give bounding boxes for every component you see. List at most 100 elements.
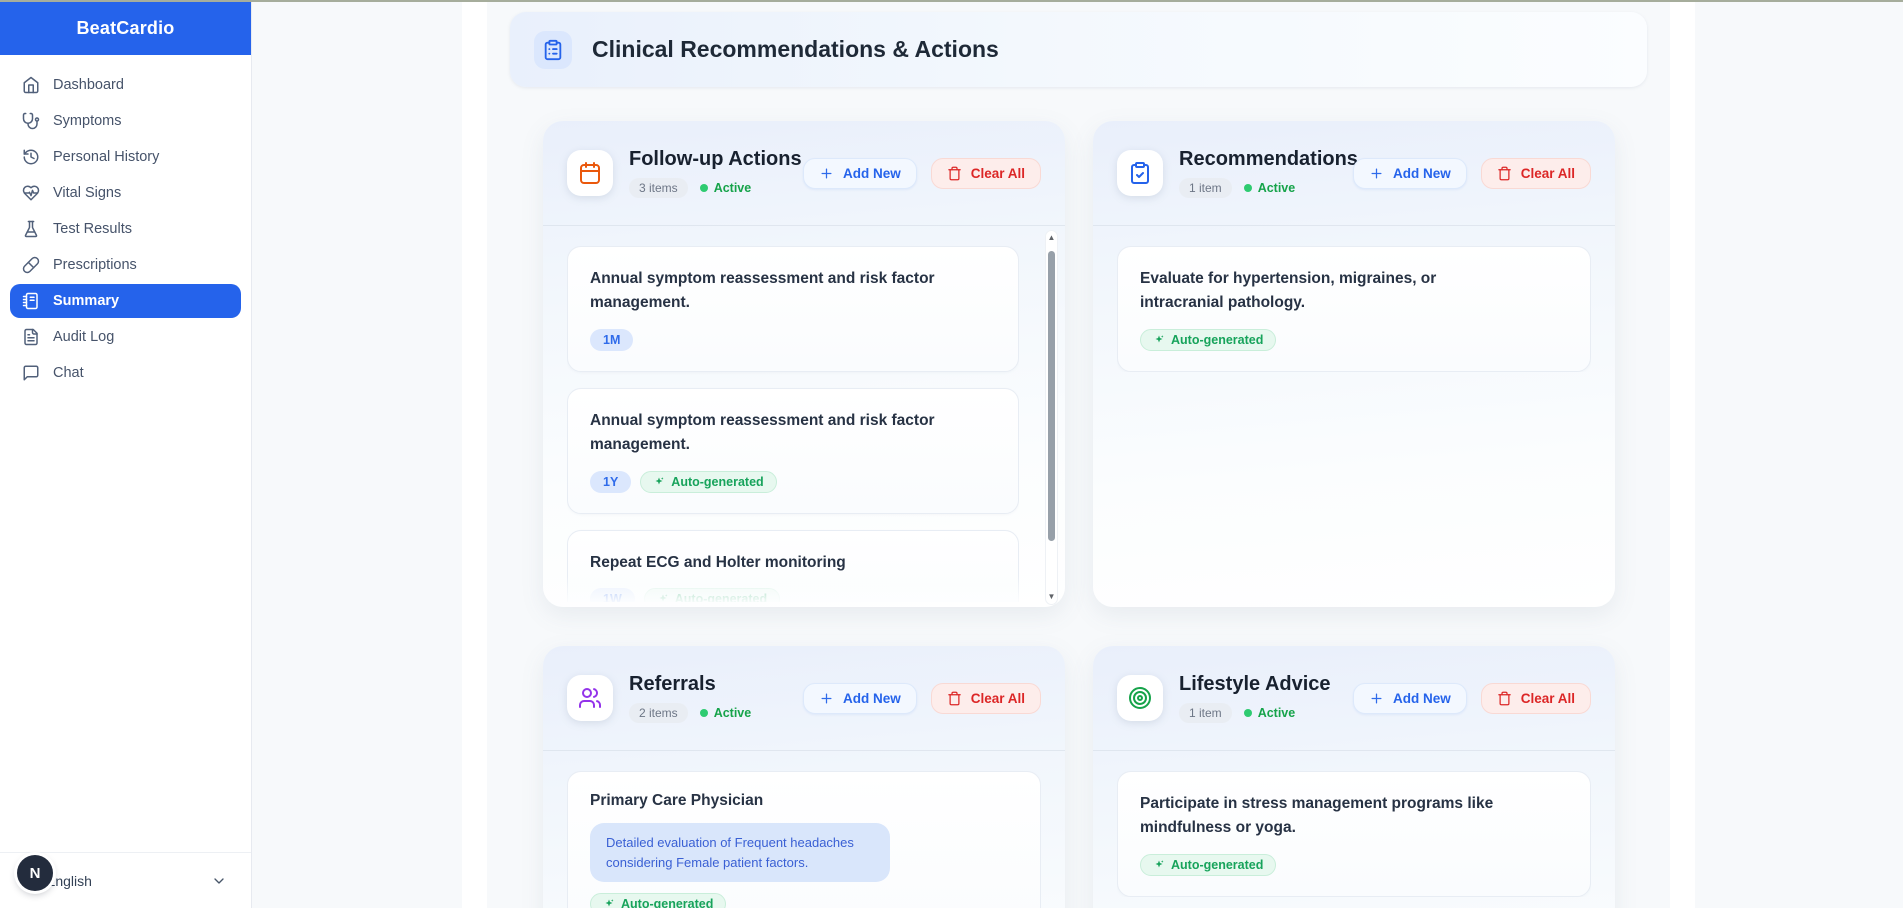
item-badges: 1Y Auto-generated bbox=[590, 471, 996, 493]
list-item[interactable]: Participate in stress management program… bbox=[1117, 771, 1591, 897]
card-meta: 1 item Active bbox=[1179, 178, 1337, 198]
plus-icon bbox=[819, 166, 834, 181]
sidebar-item-label: Summary bbox=[53, 293, 119, 309]
sidebar-item-label: Test Results bbox=[53, 221, 132, 237]
lifestyle-list: Participate in stress management program… bbox=[1117, 771, 1591, 897]
chat-icon bbox=[22, 364, 40, 382]
status-label: Active bbox=[714, 181, 752, 195]
card-body: Annual symptom reassessment and risk fac… bbox=[543, 226, 1065, 602]
chevron-down-icon bbox=[211, 873, 227, 889]
status-dot bbox=[1244, 709, 1252, 717]
card-heading: Referrals 2 items Active bbox=[629, 673, 751, 723]
sidebar-item-test-results[interactable]: Test Results bbox=[10, 212, 241, 246]
add-new-button[interactable]: Add New bbox=[1353, 683, 1467, 714]
clear-all-button[interactable]: Clear All bbox=[931, 683, 1041, 714]
card-heading: Recommendations 1 item Active bbox=[1179, 148, 1337, 198]
clear-all-label: Clear All bbox=[1521, 691, 1575, 706]
items-count-badge: 1 item bbox=[1179, 703, 1232, 723]
card-follow-up-actions: Follow-up Actions 3 items Active bbox=[543, 121, 1065, 607]
trash-icon bbox=[947, 691, 962, 706]
item-badges: Auto-generated bbox=[1140, 329, 1568, 351]
status-dot bbox=[1244, 184, 1252, 192]
list-item[interactable]: Annual symptom reassessment and risk fac… bbox=[567, 388, 1019, 514]
plus-icon bbox=[819, 691, 834, 706]
duration-badge: 1W bbox=[590, 588, 635, 602]
sidebar-item-dashboard[interactable]: Dashboard bbox=[10, 68, 241, 102]
auto-generated-label: Auto-generated bbox=[675, 592, 767, 602]
sidebar-item-audit-log[interactable]: Audit Log bbox=[10, 320, 241, 354]
auto-generated-badge: Auto-generated bbox=[640, 471, 776, 493]
sparkle-icon bbox=[603, 898, 615, 908]
status-badge: Active bbox=[700, 181, 752, 195]
plus-icon bbox=[1369, 166, 1384, 181]
sidebar-item-label: Dashboard bbox=[53, 77, 124, 93]
list-item[interactable]: Primary Care Physician Detailed evaluati… bbox=[567, 771, 1041, 908]
auto-generated-badge: Auto-generated bbox=[1140, 854, 1276, 876]
pill-icon bbox=[22, 256, 40, 274]
card-title: Recommendations bbox=[1179, 148, 1337, 171]
card-body: Participate in stress management program… bbox=[1093, 751, 1615, 897]
plus-icon bbox=[1369, 691, 1384, 706]
clear-all-button[interactable]: Clear All bbox=[931, 158, 1041, 189]
sidebar-item-vital-signs[interactable]: Vital Signs bbox=[10, 176, 241, 210]
scrollbar-thumb[interactable] bbox=[1048, 251, 1055, 541]
item-text: Repeat ECG and Holter monitoring bbox=[590, 551, 950, 575]
sparkle-icon bbox=[1153, 859, 1165, 871]
file-text-icon bbox=[22, 328, 40, 346]
scrollbar[interactable]: ▲ ▼ bbox=[1045, 230, 1058, 605]
sparkle-icon bbox=[1153, 334, 1165, 346]
auto-generated-badge: Auto-generated bbox=[590, 893, 726, 908]
cards-grid: Follow-up Actions 3 items Active bbox=[510, 121, 1647, 908]
card-actions: Add New Clear All bbox=[1353, 683, 1591, 714]
card-referrals: Referrals 2 items Active Add New bbox=[543, 646, 1065, 908]
card-actions: Add New Clear All bbox=[1353, 158, 1591, 189]
status-badge: Active bbox=[1244, 181, 1296, 195]
clear-all-label: Clear All bbox=[971, 166, 1025, 181]
calendar-icon bbox=[567, 150, 613, 196]
sidebar: BeatCardio Dashboard Symptoms Personal H… bbox=[0, 2, 252, 908]
list-item[interactable]: Evaluate for hypertension, migraines, or… bbox=[1117, 246, 1591, 372]
add-new-label: Add New bbox=[1393, 166, 1451, 181]
sidebar-nav: Dashboard Symptoms Personal History Vita… bbox=[0, 55, 251, 390]
sidebar-item-label: Personal History bbox=[53, 149, 159, 165]
card-header: Lifestyle Advice 1 item Active Ad bbox=[1093, 646, 1615, 751]
trash-icon bbox=[947, 166, 962, 181]
item-badges: Auto-generated bbox=[590, 893, 1018, 908]
list-item[interactable]: Repeat ECG and Holter monitoring 1W Auto… bbox=[567, 530, 1019, 602]
sidebar-item-personal-history[interactable]: Personal History bbox=[10, 140, 241, 174]
page-title: Clinical Recommendations & Actions bbox=[592, 36, 999, 63]
referral-note: Detailed evaluation of Frequent headache… bbox=[590, 823, 890, 882]
sidebar-item-prescriptions[interactable]: Prescriptions bbox=[10, 248, 241, 282]
avatar[interactable]: N bbox=[17, 855, 53, 891]
sidebar-item-label: Audit Log bbox=[53, 329, 114, 345]
clear-all-button[interactable]: Clear All bbox=[1481, 158, 1591, 189]
add-new-button[interactable]: Add New bbox=[1353, 158, 1467, 189]
history-icon bbox=[22, 148, 40, 166]
items-count-badge: 2 items bbox=[629, 703, 688, 723]
card-header: Follow-up Actions 3 items Active bbox=[543, 121, 1065, 226]
content-column: Clinical Recommendations & Actions Follo… bbox=[510, 12, 1647, 908]
status-dot bbox=[700, 184, 708, 192]
card-recommendations: Recommendations 1 item Active Add bbox=[1093, 121, 1615, 607]
card-meta: 2 items Active bbox=[629, 703, 751, 723]
card-lifestyle-advice: Lifestyle Advice 1 item Active Ad bbox=[1093, 646, 1615, 908]
sidebar-item-symptoms[interactable]: Symptoms bbox=[10, 104, 241, 138]
clear-all-label: Clear All bbox=[971, 691, 1025, 706]
list-item[interactable]: Annual symptom reassessment and risk fac… bbox=[567, 246, 1019, 372]
clipboard-list-icon bbox=[534, 31, 572, 69]
card-actions: Add New Clear All bbox=[803, 158, 1041, 189]
add-new-label: Add New bbox=[843, 691, 901, 706]
auto-generated-label: Auto-generated bbox=[1171, 333, 1263, 347]
sidebar-item-chat[interactable]: Chat bbox=[10, 356, 241, 390]
divider bbox=[462, 2, 487, 908]
sidebar-item-label: Prescriptions bbox=[53, 257, 137, 273]
window-top-border bbox=[0, 0, 1903, 2]
add-new-button[interactable]: Add New bbox=[803, 683, 917, 714]
items-count-badge: 1 item bbox=[1179, 178, 1232, 198]
sidebar-item-summary[interactable]: Summary bbox=[10, 284, 241, 318]
clear-all-button[interactable]: Clear All bbox=[1481, 683, 1591, 714]
scroll-up-arrow[interactable]: ▲ bbox=[1046, 232, 1057, 244]
scroll-down-arrow[interactable]: ▼ bbox=[1046, 591, 1057, 603]
item-badges: 1M bbox=[590, 329, 996, 351]
add-new-button[interactable]: Add New bbox=[803, 158, 917, 189]
